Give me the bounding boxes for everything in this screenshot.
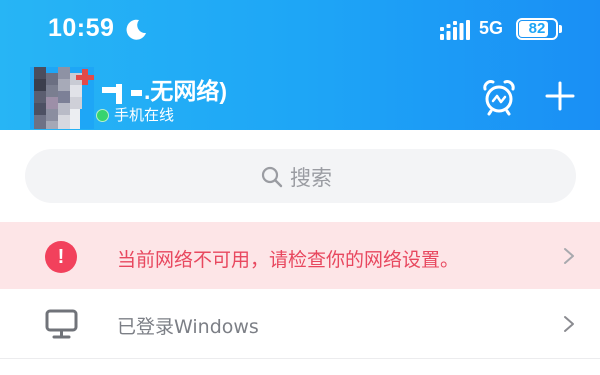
avatar[interactable] bbox=[30, 67, 94, 129]
plus-icon[interactable] bbox=[544, 80, 576, 112]
online-status-label[interactable]: 手机在线 bbox=[114, 104, 174, 125]
moon-icon bbox=[126, 19, 146, 40]
top-header: 10:59 5G 82 .无网络) 手机在线 bbox=[0, 0, 600, 130]
network-alert-message: 当前网络不可用，请检查你的网络设置。 bbox=[117, 249, 460, 271]
row-divider bbox=[0, 358, 600, 359]
nickname-obscured-glyphs bbox=[100, 83, 144, 104]
search-placeholder: 搜索 bbox=[290, 166, 332, 190]
nickname: .无网络) bbox=[100, 72, 227, 106]
chevron-right-icon bbox=[564, 316, 574, 332]
battery-level-text: 82 bbox=[528, 20, 546, 37]
network-type: 5G bbox=[479, 18, 504, 38]
logged-in-device-label: 已登录Windows bbox=[117, 316, 259, 338]
nickname-text: .无网络) bbox=[144, 78, 228, 104]
online-status-dot bbox=[96, 109, 109, 122]
logged-in-device-row[interactable] bbox=[0, 289, 600, 359]
alert-exclamation-icon: ! bbox=[45, 241, 77, 273]
search-icon bbox=[261, 166, 283, 188]
status-time: 10:59 bbox=[48, 14, 115, 42]
alarm-clock-icon[interactable] bbox=[480, 78, 518, 116]
signal-bars-icon bbox=[440, 20, 470, 40]
battery-indicator: 82 bbox=[516, 18, 558, 40]
battery-nub bbox=[559, 25, 562, 33]
monitor-icon bbox=[45, 309, 78, 339]
chevron-right-icon bbox=[564, 248, 574, 264]
